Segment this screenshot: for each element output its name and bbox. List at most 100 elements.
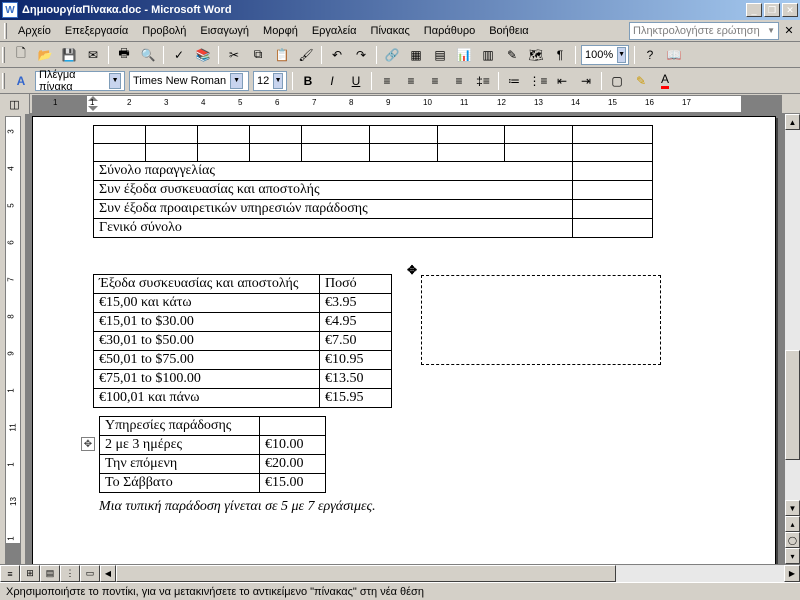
delivery-services-table[interactable]: Υπηρεσίες παράδοσης 2 με 3 ημέρες€10.00 …	[99, 416, 326, 493]
show-hide-icon[interactable]: ¶	[549, 44, 571, 66]
outline-view-button[interactable]: ⋮	[60, 565, 80, 582]
table-row[interactable]: Το Σάββατο€15.00	[100, 474, 326, 493]
style-combo[interactable]: Πλέγμα πίνακα ▼	[35, 71, 125, 91]
cut-icon[interactable]: ✂	[223, 44, 245, 66]
menu-insert[interactable]: Εισαγωγή	[193, 23, 256, 39]
numbering-icon[interactable]: ≔	[503, 70, 525, 92]
toolbar-handle[interactable]	[2, 73, 5, 89]
print-icon[interactable]: 🖶	[113, 44, 135, 66]
reading-layout-button[interactable]: ▭	[80, 565, 100, 582]
highlight-icon[interactable]: ✎	[630, 70, 652, 92]
menu-file[interactable]: Αρχείο	[11, 23, 58, 39]
vertical-scrollbar[interactable]: ▲ ▼ ▴ ◯ ▾	[784, 114, 800, 564]
italic-button[interactable]: I	[321, 70, 343, 92]
bold-button[interactable]: B	[297, 70, 319, 92]
maximize-button[interactable]: ❐	[764, 3, 780, 17]
print-layout-button[interactable]: ▤	[40, 565, 60, 582]
footnote-text[interactable]: Μια τυπική παράδοση γίνεται σε 5 με 7 ερ…	[99, 499, 715, 515]
menu-view[interactable]: Προβολή	[135, 23, 193, 39]
format-painter-icon[interactable]: 🖌	[295, 44, 317, 66]
help-icon[interactable]: ?	[639, 44, 661, 66]
table-row[interactable]: Γενικό σύνολο	[94, 219, 653, 238]
scroll-left-button[interactable]: ◀	[100, 565, 116, 582]
table-row[interactable]: Συν έξοδα προαιρετικών υπηρεσιών παράδοσ…	[94, 200, 653, 219]
decrease-indent-icon[interactable]: ⇤	[551, 70, 573, 92]
underline-button[interactable]: U	[345, 70, 367, 92]
table-row[interactable]: Την επόμενη€20.00	[100, 455, 326, 474]
table-row[interactable]: €15,00 και κάτω€3.95	[94, 294, 392, 313]
chevron-down-icon[interactable]: ▼	[617, 47, 626, 63]
table-row[interactable]: €100,01 και πάνω€15.95	[94, 389, 392, 408]
web-layout-button[interactable]: ⊞	[20, 565, 40, 582]
new-document-icon[interactable]: 🗋	[10, 44, 32, 66]
table-move-handle-icon[interactable]: ✥	[81, 437, 95, 451]
borders-icon[interactable]: ▢	[606, 70, 628, 92]
align-right-icon[interactable]: ≡	[424, 70, 446, 92]
menu-edit[interactable]: Επεξεργασία	[58, 23, 135, 39]
scroll-up-button[interactable]: ▲	[785, 114, 800, 130]
research-icon[interactable]: 📚	[192, 44, 214, 66]
align-left-icon[interactable]: ≡	[376, 70, 398, 92]
open-icon[interactable]: 📂	[34, 44, 56, 66]
zoom-combo[interactable]: 100% ▼	[581, 45, 629, 65]
help-search-input[interactable]: Πληκτρολογήστε ερώτηση ▼	[629, 22, 779, 40]
table-row[interactable]: €50,01 to $75.00€10.95	[94, 351, 392, 370]
browse-object-button[interactable]: ◯	[785, 532, 800, 548]
font-combo[interactable]: Times New Roman ▼	[129, 71, 249, 91]
paste-icon[interactable]: 📋	[271, 44, 293, 66]
ruler-corner[interactable]: ◫	[0, 94, 30, 114]
minimize-button[interactable]: _	[746, 3, 762, 17]
bullets-icon[interactable]: ⋮≡	[527, 70, 549, 92]
table-row[interactable]	[94, 126, 653, 144]
undo-icon[interactable]: ↶	[326, 44, 348, 66]
align-center-icon[interactable]: ≡	[400, 70, 422, 92]
toolbar-handle[interactable]	[2, 47, 5, 63]
font-size-combo[interactable]: 12 ▼	[253, 71, 287, 91]
menubar-handle[interactable]	[4, 23, 7, 39]
insert-table-icon[interactable]: ▤	[429, 44, 451, 66]
shipping-costs-table[interactable]: Έξοδα συσκευασίας και αποστολής Ποσό €15…	[93, 274, 392, 408]
close-button[interactable]: ✕	[782, 3, 798, 17]
chevron-down-icon[interactable]: ▼	[273, 73, 283, 89]
scroll-thumb[interactable]	[785, 350, 800, 460]
order-summary-table[interactable]: Σύνολο παραγγελίας Συν έξοδα συσκευασίας…	[93, 125, 653, 238]
table-row[interactable]: Υπηρεσίες παράδοσης	[100, 417, 326, 436]
table-row[interactable]: Σύνολο παραγγελίας	[94, 162, 653, 181]
redo-icon[interactable]: ↷	[350, 44, 372, 66]
line-spacing-icon[interactable]: ‡≡	[472, 70, 494, 92]
scroll-thumb[interactable]	[116, 565, 616, 582]
table-row[interactable]: Συν έξοδα συσκευασίας και αποστολής	[94, 181, 653, 200]
scroll-down-button[interactable]: ▼	[785, 500, 800, 516]
next-page-button[interactable]: ▾	[785, 548, 800, 564]
tables-borders-icon[interactable]: ▦	[405, 44, 427, 66]
copy-icon[interactable]: ⧉	[247, 44, 269, 66]
table-row[interactable]: €30,01 to $50.00€7.50	[94, 332, 392, 351]
horizontal-scrollbar[interactable]: ◀ ▶	[100, 565, 800, 582]
columns-icon[interactable]: ▥	[477, 44, 499, 66]
document-map-icon[interactable]: 🗺	[525, 44, 547, 66]
horizontal-ruler[interactable]: 11234567891011121314151617	[32, 95, 782, 113]
drawing-icon[interactable]: ✎	[501, 44, 523, 66]
table-row[interactable]: €75,01 to $100.00€13.50	[94, 370, 392, 389]
save-icon[interactable]: 💾	[58, 44, 80, 66]
normal-view-button[interactable]: ≡	[0, 565, 20, 582]
page-viewport[interactable]: Σύνολο παραγγελίας Συν έξοδα συσκευασίας…	[26, 114, 784, 564]
justify-icon[interactable]: ≡	[448, 70, 470, 92]
read-mode-icon[interactable]: 📖	[663, 44, 685, 66]
vertical-ruler[interactable]: 34567891111131	[5, 116, 21, 564]
previous-page-button[interactable]: ▴	[785, 516, 800, 532]
document-page[interactable]: Σύνολο παραγγελίας Συν έξοδα συσκευασίας…	[32, 116, 776, 564]
menu-table[interactable]: Πίνακας	[364, 23, 417, 39]
chevron-down-icon[interactable]: ▼	[230, 73, 243, 89]
email-icon[interactable]: ✉	[82, 44, 104, 66]
font-color-icon[interactable]: A	[654, 70, 676, 92]
document-close-button[interactable]: ✕	[782, 24, 796, 37]
table-row[interactable]: 2 με 3 ημέρες€10.00	[100, 436, 326, 455]
spellcheck-icon[interactable]: ✓	[168, 44, 190, 66]
table-row[interactable]: Έξοδα συσκευασίας και αποστολής Ποσό	[94, 275, 392, 294]
menu-help[interactable]: Βοήθεια	[482, 23, 535, 39]
hyperlink-icon[interactable]: 🔗	[381, 44, 403, 66]
scroll-right-button[interactable]: ▶	[784, 565, 800, 582]
scroll-track[interactable]	[116, 565, 784, 582]
menu-format[interactable]: Μορφή	[256, 23, 305, 39]
